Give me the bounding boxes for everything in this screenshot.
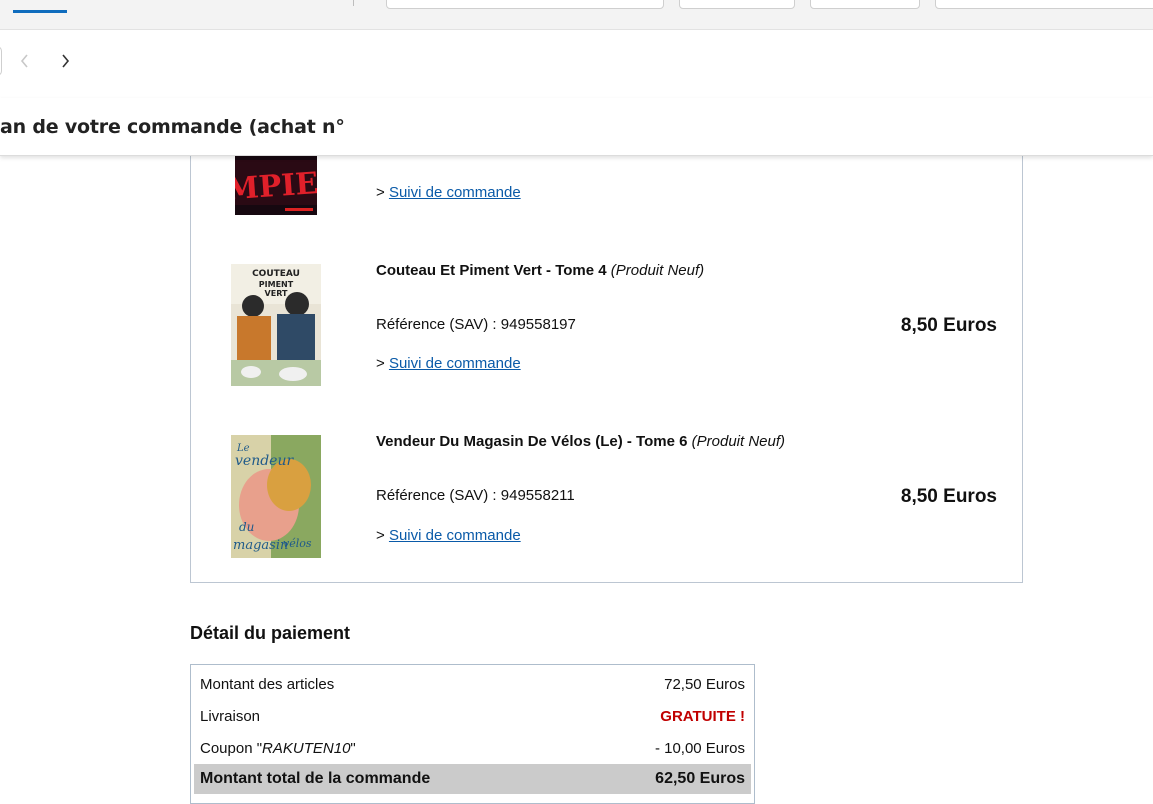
product-title: Vendeur Du Magasin De Vélos (Le) - Tome …	[376, 433, 785, 450]
payment-label: Montant total de la commande	[200, 770, 431, 787]
product-condition: (Produit Neuf)	[691, 433, 786, 450]
payment-value: - 10,00 Euros	[654, 740, 745, 757]
tracking-link-row: > Suivi de commande	[376, 527, 521, 544]
product-title: Couteau Et Piment Vert - Tome 4 (Produit…	[376, 262, 704, 279]
reference-value: 949558197	[500, 316, 576, 333]
svg-text:VERT: VERT	[265, 289, 288, 298]
coupon-label-prefix: Coupon "	[200, 740, 263, 757]
page-title: an de votre commande (achat n°	[0, 116, 345, 138]
payment-heading: Détail du paiement	[190, 623, 351, 643]
order-tracking-link[interactable]: Suivi de commande	[389, 527, 521, 544]
coupon-label-suffix: "	[350, 740, 356, 757]
order-tracking-link[interactable]: Suivi de commande	[389, 184, 521, 201]
reference-label: Référence (SAV) :	[376, 487, 501, 504]
product-price: 8,50 Euros	[900, 315, 997, 336]
payment-label: Coupon "RAKUTEN10"	[200, 740, 356, 757]
tracking-prefix: >	[376, 184, 385, 201]
product-reference: Référence (SAV) : 949558197	[376, 316, 576, 333]
payment-table: Montant des articles 72,50 Euros Livrais…	[190, 664, 755, 804]
free-shipping-badge: GRATUITE !	[660, 708, 745, 725]
product-condition: (Produit Neuf)	[610, 262, 705, 279]
svg-text:IMPIES: IMPIES	[235, 165, 317, 209]
payment-value: 72,50 Euros	[664, 676, 745, 693]
svg-text:du: du	[239, 520, 254, 534]
payment-label: Montant des articles	[200, 676, 335, 693]
product-cover-image[interactable]: Le vendeur du magasin vélos	[231, 435, 321, 558]
product-cover-image[interactable]: COUTEAU PIMENT VERT	[231, 264, 321, 386]
payment-total-value: 62,50 Euros	[655, 770, 745, 787]
payment-row-items: Montant des articles 72,50 Euros	[194, 669, 751, 699]
tracking-link-row: > Suivi de commande	[376, 355, 521, 372]
svg-text:vélos: vélos	[283, 537, 312, 550]
coupon-code: RAKUTEN10	[262, 740, 351, 757]
tracking-prefix: >	[376, 355, 385, 372]
page-header: an de votre commande (achat n°	[0, 98, 1153, 156]
order-tracking-link[interactable]: Suivi de commande	[389, 355, 521, 372]
product-name: Couteau Et Piment Vert - Tome 4	[376, 262, 607, 279]
payment-row-total: Montant total de la commande 62,50 Euros	[194, 764, 751, 794]
reference-value: 949558211	[500, 487, 575, 504]
svg-text:magasin: magasin	[233, 538, 288, 553]
reference-label: Référence (SAV) :	[376, 316, 501, 333]
product-price: 8,50 Euros	[900, 486, 997, 507]
product-reference: Référence (SAV) : 949558211	[376, 487, 575, 504]
payment-row-shipping: Livraison GRATUITE !	[194, 701, 751, 731]
product-cover-image[interactable]: IMPIES	[235, 150, 317, 215]
svg-text:COUTEAU: COUTEAU	[252, 269, 300, 279]
payment-row-coupon: Coupon "RAKUTEN10" - 10,00 Euros	[194, 733, 751, 763]
svg-text:vendeur: vendeur	[235, 453, 294, 469]
payment-label: Livraison	[200, 708, 261, 725]
tracking-link-row: > Suivi de commande	[376, 184, 521, 201]
tracking-prefix: >	[376, 527, 385, 544]
product-name: Vendeur Du Magasin De Vélos (Le) - Tome …	[376, 433, 688, 450]
svg-text:PIMENT: PIMENT	[259, 280, 294, 289]
